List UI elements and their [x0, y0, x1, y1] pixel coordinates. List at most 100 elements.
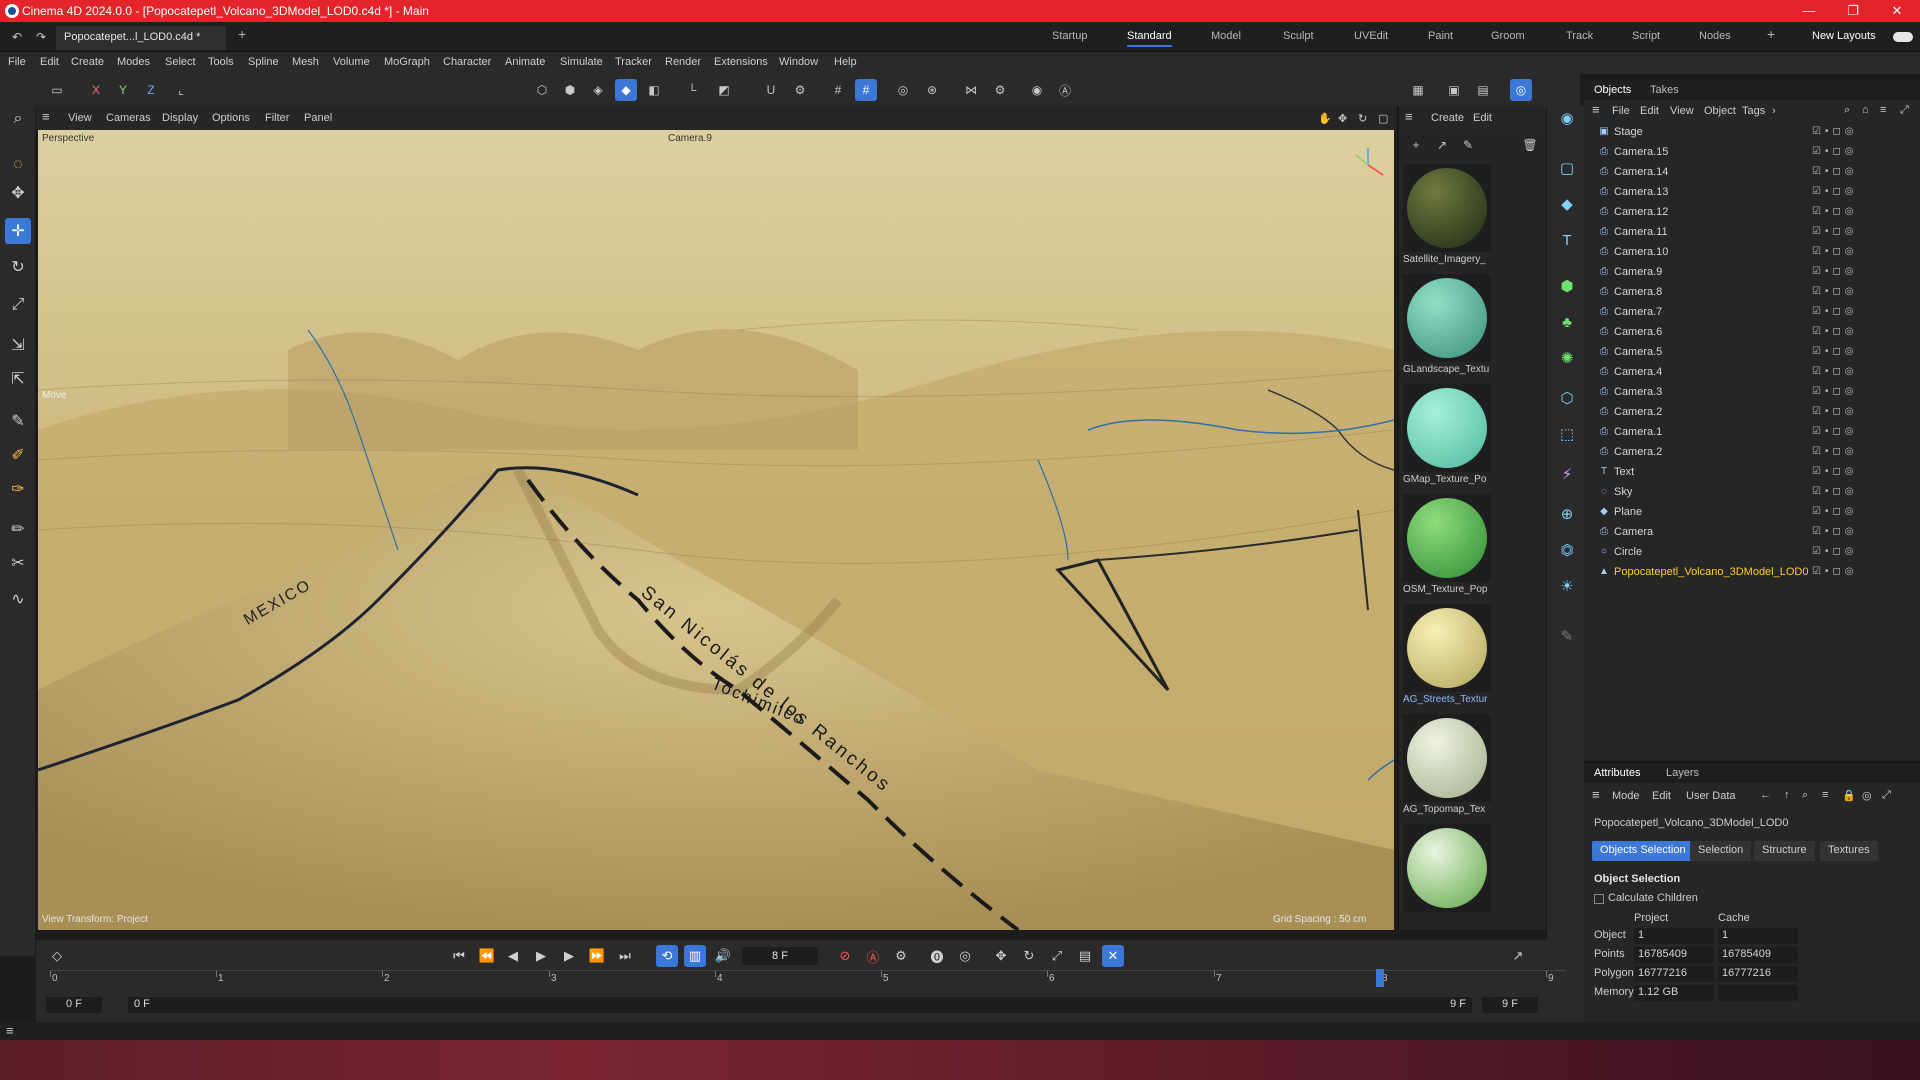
- render-settings-icon[interactable]: ▤: [1472, 79, 1494, 101]
- menu-tracker[interactable]: Tracker: [615, 56, 652, 68]
- object-row[interactable]: ⎙ Camera.4 ☑•◻◎: [1584, 362, 1920, 382]
- object-visibility-icon[interactable]: ☑•◻◎: [1812, 126, 1858, 137]
- attributes-back-icon[interactable]: ←: [1760, 789, 1771, 801]
- object-visibility-icon[interactable]: ☑•◻◎: [1812, 486, 1858, 497]
- layout-startup[interactable]: Startup: [1052, 30, 1087, 42]
- add-document-button[interactable]: +: [238, 26, 246, 42]
- calculate-children-checkbox[interactable]: [1594, 894, 1604, 904]
- layout-groom[interactable]: Groom: [1491, 30, 1525, 42]
- polygons-mode-icon[interactable]: ◈: [587, 79, 609, 101]
- symmetry-settings-icon[interactable]: ⊛: [921, 79, 943, 101]
- layout-model[interactable]: Model: [1211, 30, 1241, 42]
- object-visibility-icon[interactable]: ☑•◻◎: [1812, 206, 1858, 217]
- menu-create[interactable]: Create: [71, 56, 104, 68]
- snap-settings-icon[interactable]: ⚙: [789, 79, 811, 101]
- rotation-key-icon[interactable]: ↻: [1018, 945, 1040, 967]
- go-to-end-icon[interactable]: ⏭: [614, 945, 636, 967]
- cube-outline-icon[interactable]: ▢: [1555, 156, 1579, 180]
- end-frame-field[interactable]: 9 F: [1482, 997, 1538, 1013]
- material-item[interactable]: OSM_Texture_Pop: [1403, 494, 1493, 595]
- null-object-icon[interactable]: ⬚: [1555, 422, 1579, 446]
- workplane-icon[interactable]: #: [855, 79, 877, 101]
- tag-icon[interactable]: ✎: [1555, 624, 1579, 648]
- attributes-menu-mode[interactable]: Mode: [1612, 790, 1640, 802]
- minimize-button[interactable]: —: [1786, 0, 1832, 22]
- object-row[interactable]: ⎙ Camera.3 ☑•◻◎: [1584, 382, 1920, 402]
- menu-extensions[interactable]: Extensions: [714, 56, 768, 68]
- material-item[interactable]: AG_Topomap_Tex: [1403, 714, 1493, 815]
- selection-tools-icon[interactable]: ✥: [5, 180, 31, 206]
- subtab-selection[interactable]: Selection: [1690, 841, 1752, 861]
- spline-pen-icon[interactable]: ✎: [5, 408, 31, 434]
- keyframe-selection-icon[interactable]: ⓿: [926, 945, 948, 967]
- edges-mode-icon[interactable]: ⬢: [559, 79, 581, 101]
- menu-help[interactable]: Help: [834, 56, 857, 68]
- object-row[interactable]: ▲ Popocatepetl_Volcano_3DModel_LOD0 ☑•◻◎: [1584, 562, 1920, 582]
- object-visibility-icon[interactable]: ☑•◻◎: [1812, 246, 1858, 257]
- attributes-up-icon[interactable]: ↑: [1784, 789, 1790, 801]
- start-frame-field[interactable]: 0 F: [46, 997, 102, 1013]
- cube-icon[interactable]: ◆: [1555, 192, 1579, 216]
- object-row[interactable]: ⎙ Camera.1 ☑•◻◎: [1584, 422, 1920, 442]
- apply-material-icon[interactable]: ↗: [1431, 134, 1453, 156]
- range-slider[interactable]: 0 F 9 F: [128, 997, 1472, 1013]
- symmetry-options-icon[interactable]: ⚙: [989, 79, 1011, 101]
- cloner-icon[interactable]: ♣: [1555, 310, 1579, 334]
- menu-tools[interactable]: Tools: [208, 56, 234, 68]
- deformer-icon[interactable]: ✺: [1555, 346, 1579, 370]
- add-material-icon[interactable]: +: [1405, 134, 1427, 156]
- object-visibility-icon[interactable]: ☑•◻◎: [1812, 446, 1858, 457]
- object-visibility-icon[interactable]: ☑•◻◎: [1812, 286, 1858, 297]
- menu-animate[interactable]: Animate: [505, 56, 545, 68]
- current-frame-field[interactable]: 8 F: [742, 947, 818, 965]
- status-menu-icon[interactable]: ≡: [6, 1023, 14, 1038]
- tab-objects[interactable]: Objects: [1594, 84, 1631, 96]
- object-row[interactable]: ⎙ Camera.5 ☑•◻◎: [1584, 342, 1920, 362]
- material-item[interactable]: AG_Streets_Textur: [1403, 604, 1493, 705]
- tab-attributes[interactable]: Attributes: [1594, 767, 1640, 779]
- object-visibility-icon[interactable]: ☑•◻◎: [1812, 226, 1858, 237]
- brush-icon[interactable]: ✏: [5, 516, 31, 542]
- objects-menu-icon[interactable]: ≡: [1592, 102, 1600, 117]
- attributes-menu-user-data[interactable]: User Data: [1686, 790, 1736, 802]
- object-row[interactable]: ⎙ Camera.14 ☑•◻◎: [1584, 162, 1920, 182]
- auto-key-icon[interactable]: Ⓐ: [1054, 79, 1076, 101]
- attributes-new-icon[interactable]: ◎: [1862, 789, 1872, 802]
- menu-modes[interactable]: Modes: [117, 56, 150, 68]
- viewport-menu-filter[interactable]: Filter: [265, 112, 289, 124]
- object-visibility-icon[interactable]: ☑•◻◎: [1812, 346, 1858, 357]
- move-tool-icon[interactable]: ✛: [5, 218, 31, 244]
- attributes-search-icon[interactable]: ⌕: [1802, 789, 1808, 802]
- light-icon[interactable]: ☀: [1555, 574, 1579, 598]
- magnet-icon[interactable]: ∿: [5, 586, 31, 612]
- menu-file[interactable]: File: [8, 56, 26, 68]
- menu-spline[interactable]: Spline: [248, 56, 279, 68]
- sound-icon[interactable]: 🔊: [712, 945, 734, 967]
- soft-selection-icon[interactable]: ◎: [892, 79, 914, 101]
- maximize-view-icon[interactable]: ▢: [1378, 112, 1388, 125]
- viewport-solo-icon[interactable]: ◉: [1026, 79, 1048, 101]
- object-row[interactable]: ⎙ Camera.6 ☑•◻◎: [1584, 322, 1920, 342]
- object-row[interactable]: ⎙ Camera.9 ☑•◻◎: [1584, 262, 1920, 282]
- pan-view-icon[interactable]: ✋: [1318, 112, 1332, 125]
- objects-menu-object[interactable]: Object: [1704, 105, 1736, 117]
- layout-uvedit[interactable]: UVEdit: [1354, 30, 1388, 42]
- previous-frame-icon[interactable]: ◀: [502, 945, 524, 967]
- material-menu-icon[interactable]: ≡: [1405, 109, 1413, 124]
- object-visibility-icon[interactable]: ☑•◻◎: [1812, 166, 1858, 177]
- menu-mograph[interactable]: MoGraph: [384, 56, 430, 68]
- menu-select[interactable]: Select: [165, 56, 196, 68]
- autokey-icon[interactable]: Ⓐ: [862, 945, 884, 967]
- material-item[interactable]: GMap_Texture_Po: [1403, 384, 1493, 485]
- rotate-tool-icon[interactable]: ↻: [5, 254, 31, 280]
- object-visibility-icon[interactable]: ☑•◻◎: [1812, 186, 1858, 197]
- transform-tool-icon[interactable]: ⇲: [5, 332, 31, 358]
- object-row[interactable]: ⎙ Camera.2 ☑•◻◎: [1584, 402, 1920, 422]
- object-row[interactable]: ⎙ Camera.2 ☑•◻◎: [1584, 442, 1920, 462]
- menu-edit[interactable]: Edit: [40, 56, 59, 68]
- attributes-menu-icon[interactable]: ≡: [1592, 787, 1600, 802]
- live-selection-icon[interactable]: ◌: [5, 152, 31, 178]
- 3d-viewport[interactable]: Perspective Camera.9 Move MEXICO San Nic…: [38, 130, 1394, 930]
- symmetry-icon[interactable]: ⋈: [960, 79, 982, 101]
- param-key-icon[interactable]: ▤: [1074, 945, 1096, 967]
